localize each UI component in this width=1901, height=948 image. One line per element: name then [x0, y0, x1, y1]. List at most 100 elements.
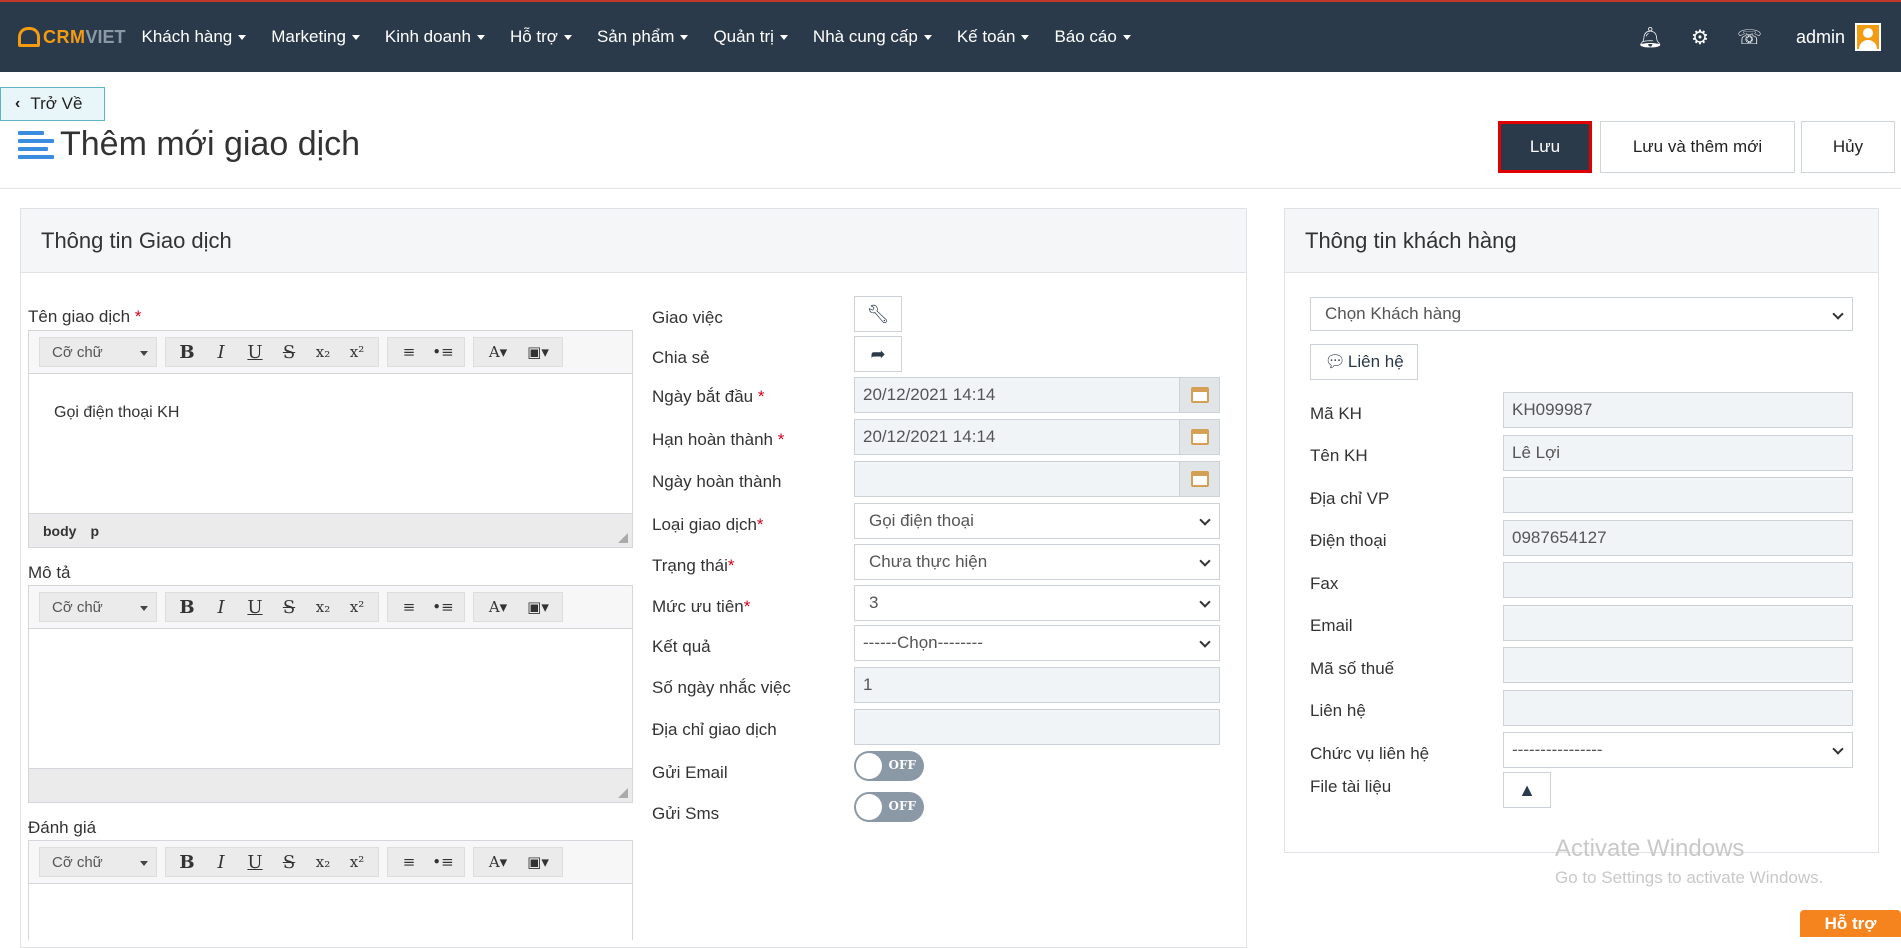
user-name[interactable]: admin — [1796, 27, 1845, 48]
menu-reports[interactable]: Báo cáo — [1054, 27, 1131, 47]
underline-icon[interactable]: U — [238, 852, 272, 873]
email-input[interactable] — [1503, 605, 1853, 641]
superscript-icon[interactable]: x² — [340, 853, 374, 871]
fax-label: Fax — [1310, 574, 1339, 593]
fax-input[interactable] — [1503, 562, 1853, 598]
brand-logo[interactable]: CRM VIET — [18, 27, 126, 48]
file-label: File tài liệu — [1310, 777, 1392, 796]
menu-suppliers[interactable]: Nhà cung cấp — [813, 27, 932, 47]
background-color-icon[interactable]: ▣▾ — [518, 853, 558, 871]
ordered-list-icon[interactable]: ≡ — [392, 598, 426, 616]
avatar[interactable] — [1855, 23, 1881, 51]
underline-icon[interactable]: U — [238, 342, 272, 363]
subscript-icon[interactable]: x₂ — [306, 598, 340, 616]
superscript-icon[interactable]: x² — [340, 343, 374, 361]
result-select[interactable]: ------Chọn-------- — [854, 625, 1220, 661]
gear-icon[interactable]: ⚙︎ — [1691, 25, 1709, 50]
menu-admin[interactable]: Quản trị — [713, 27, 788, 47]
chevron-down-icon — [1199, 636, 1211, 648]
result-label: Kết quả — [652, 637, 711, 656]
cancel-button[interactable]: Hủy — [1801, 121, 1895, 173]
font-color-icon[interactable]: A▾ — [478, 853, 518, 871]
customer-select[interactable]: Chọn Khách hàng — [1310, 297, 1853, 331]
font-size-select[interactable]: Cỡ chữ — [39, 592, 157, 622]
subscript-icon[interactable]: x₂ — [306, 343, 340, 361]
menu-accounting[interactable]: Kế toán — [957, 27, 1030, 47]
remind-days-input[interactable]: 1 — [854, 667, 1220, 703]
start-date-input[interactable]: 20/12/2021 14:14 — [854, 377, 1220, 413]
resize-handle-icon[interactable] — [618, 533, 628, 543]
share-button[interactable]: ➦ — [854, 336, 902, 372]
bold-icon[interactable]: B — [170, 342, 204, 363]
bold-icon[interactable]: B — [170, 852, 204, 873]
priority-select[interactable]: 3 — [854, 585, 1220, 621]
done-date-label: Ngày hoàn thành — [652, 472, 782, 491]
calendar-button[interactable] — [1179, 462, 1219, 496]
italic-icon[interactable]: I — [204, 597, 238, 618]
menu-products[interactable]: Sản phẩm — [597, 27, 689, 47]
save-button[interactable]: Lưu — [1498, 121, 1592, 173]
caret-down-icon — [351, 34, 360, 40]
customer-code-input[interactable]: KH099987 — [1503, 392, 1853, 428]
resize-handle-icon[interactable] — [618, 788, 628, 798]
unordered-list-icon[interactable]: •≡ — [426, 598, 460, 616]
customer-name-input[interactable]: Lê Lợi — [1503, 435, 1853, 471]
font-color-icon[interactable]: A▾ — [478, 343, 518, 361]
description-editor-content[interactable] — [29, 629, 632, 689]
contact-input[interactable] — [1503, 690, 1853, 726]
calendar-button[interactable] — [1179, 378, 1219, 412]
type-select[interactable]: Gọi điện thoại — [854, 503, 1220, 539]
menu-label: Khách hàng — [141, 27, 233, 46]
font-color-icon[interactable]: A▾ — [478, 598, 518, 616]
assign-button[interactable]: 🔧︎ — [854, 296, 902, 332]
calendar-button[interactable] — [1179, 420, 1219, 454]
office-address-input[interactable] — [1503, 477, 1853, 513]
headset-icon[interactable]: ☏︎ — [1737, 25, 1762, 50]
caret-down-icon — [563, 34, 572, 40]
contact-button[interactable]: 💬︎ Liên hệ — [1310, 344, 1418, 380]
unordered-list-icon[interactable]: •≡ — [426, 853, 460, 871]
customer-code-label: Mã KH — [1310, 404, 1362, 423]
priority-label: Mức ưu tiên* — [652, 597, 751, 616]
phone-input[interactable]: 0987654127 — [1503, 520, 1853, 556]
list-icon — [18, 130, 54, 159]
support-tab[interactable]: Hỗ trợ — [1800, 910, 1901, 937]
contact-position-select[interactable]: ---------------- — [1503, 732, 1853, 768]
strikethrough-icon[interactable]: S — [272, 342, 306, 363]
menu-customers[interactable]: Khách hàng — [142, 27, 247, 47]
bold-icon[interactable]: B — [170, 597, 204, 618]
menu-support[interactable]: Hỗ trợ — [510, 27, 572, 47]
back-button[interactable]: ‹ Trở Về — [0, 87, 105, 121]
menu-marketing[interactable]: Marketing — [271, 27, 360, 47]
strikethrough-icon[interactable]: S — [272, 852, 306, 873]
background-color-icon[interactable]: ▣▾ — [518, 598, 558, 616]
editor-statusbar: body p — [29, 513, 632, 547]
italic-icon[interactable]: I — [204, 852, 238, 873]
bell-icon[interactable]: 🔔︎ — [1638, 25, 1663, 50]
underline-icon[interactable]: U — [238, 597, 272, 618]
logo-crm-text: CRM — [43, 26, 86, 47]
done-date-input[interactable] — [854, 461, 1220, 497]
tax-code-input[interactable] — [1503, 647, 1853, 683]
send-sms-toggle[interactable]: OFF — [854, 792, 924, 822]
deadline-input[interactable]: 20/12/2021 14:14 — [854, 419, 1220, 455]
background-color-icon[interactable]: ▣▾ — [518, 343, 558, 361]
name-editor-content[interactable]: Gọi điện thoại KH — [29, 374, 632, 452]
caret-down-icon — [779, 34, 788, 40]
save-and-new-button[interactable]: Lưu và thêm mới — [1600, 121, 1795, 173]
menu-sales[interactable]: Kinh doanh — [385, 27, 485, 47]
strikethrough-icon[interactable]: S — [272, 597, 306, 618]
unordered-list-icon[interactable]: •≡ — [426, 343, 460, 361]
italic-icon[interactable]: I — [204, 342, 238, 363]
font-size-select[interactable]: Cỡ chữ — [39, 847, 157, 877]
status-select[interactable]: Chưa thực hiện — [854, 544, 1220, 580]
ordered-list-icon[interactable]: ≡ — [392, 853, 426, 871]
ordered-list-icon[interactable]: ≡ — [392, 343, 426, 361]
font-size-select[interactable]: Cỡ chữ — [39, 337, 157, 367]
upload-button[interactable]: ▲ — [1503, 772, 1551, 808]
superscript-icon[interactable]: x² — [340, 598, 374, 616]
subscript-icon[interactable]: x₂ — [306, 853, 340, 871]
name-label: Tên giao dịch * — [28, 307, 142, 326]
address-input[interactable] — [854, 709, 1220, 745]
send-email-toggle[interactable]: OFF — [854, 751, 924, 781]
